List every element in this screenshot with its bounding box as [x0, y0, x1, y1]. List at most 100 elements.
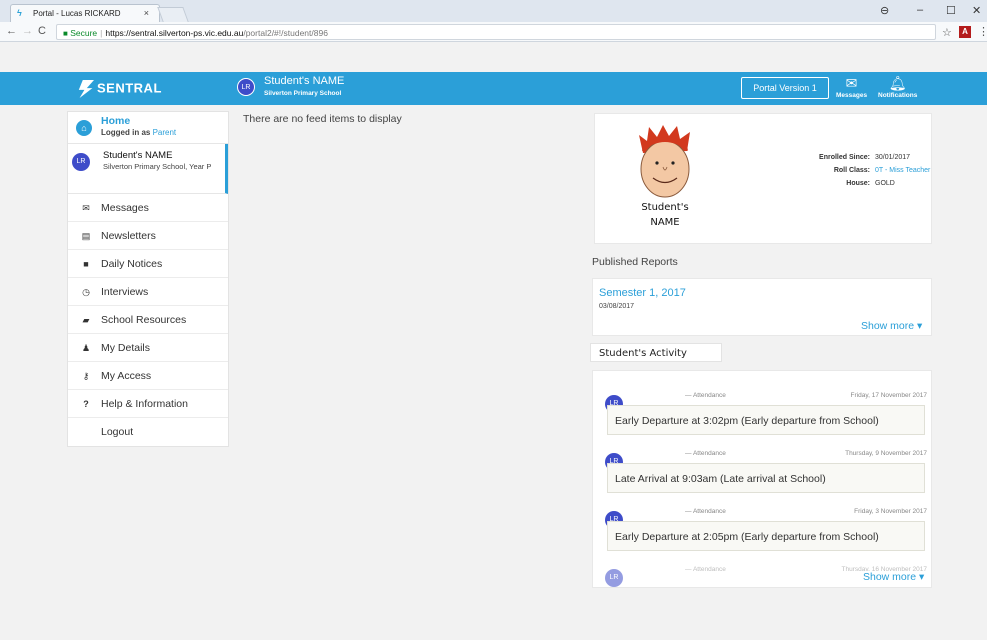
enrolled-value: 30/01/2017 [875, 154, 911, 161]
sidebar-item-my-details[interactable]: ♟ My Details [68, 334, 228, 362]
activity-category: — Attendance [685, 392, 726, 399]
forward-icon[interactable]: → [22, 25, 33, 37]
activity-item: LR — Attendance Thursday, 9 November 201… [593, 443, 931, 501]
envelope-icon: ✉ [82, 203, 90, 213]
avatar: LR [72, 153, 90, 171]
notifications-label: Notifications [878, 92, 918, 99]
newspaper-icon: ▤ [81, 231, 91, 241]
url-host: https://sentral.silverton-ps.vic.edu.au [105, 28, 244, 38]
roll-class-label: Roll Class: [833, 167, 870, 174]
notifications-button[interactable]: 🔔︎ Notifications [878, 75, 918, 100]
url-input[interactable]: ■ Secure | https://sentral.silverton-ps.vi… [56, 24, 936, 40]
folder-icon: ▰ [82, 315, 90, 325]
profile-name-line2: NAME [650, 217, 680, 228]
header-school-name: Silverton Primary School [264, 90, 342, 97]
clock-icon: ◷ [82, 287, 90, 297]
tab-student-activity[interactable]: Student's Activity [590, 343, 722, 362]
sidebar-item-label: My Access [101, 370, 152, 382]
sidebar-item-home[interactable]: ⌂ Home Logged in as Parent [68, 112, 228, 144]
maximize-icon[interactable]: ☐ [946, 4, 956, 17]
roll-class-link[interactable]: 0T - Miss Teacher [875, 164, 930, 177]
logout-label: Logout [101, 426, 134, 438]
house-value: GOLD [875, 180, 895, 187]
messages-label: Messages [836, 92, 868, 99]
sidebar-student-name: Student's NAME [103, 150, 173, 161]
sidebar-item-student[interactable]: LR Student's NAME Silverton Primary Scho… [68, 144, 228, 194]
activity-item: LR — Attendance Friday, 3 November 2017 … [593, 501, 931, 559]
browser-tab[interactable]: ϟ Portal - Lucas RICKARD × [10, 4, 160, 22]
logged-in-role: Parent [152, 128, 177, 137]
house-label: House: [846, 180, 870, 187]
sidebar-item-label: Daily Notices [101, 258, 163, 270]
activity-category: — Attendance [685, 508, 726, 515]
sentral-favicon-icon: ϟ [17, 8, 22, 18]
envelope-icon: ✉ [845, 75, 858, 91]
portal-version-button[interactable]: Portal Version 1 [741, 77, 829, 99]
logo-text: SENTRAL [97, 80, 162, 96]
bookmark-star-icon[interactable]: ☆ [942, 26, 952, 39]
sidebar-item-school-resources[interactable]: ▰ School Resources [68, 306, 228, 334]
logged-in-prefix: Logged in as [101, 128, 151, 137]
sidebar-home-label: Home [101, 115, 131, 127]
report-date: 03/08/2017 [599, 303, 635, 310]
window-close-icon[interactable]: ✕ [972, 4, 981, 17]
sidebar-item-help[interactable]: ? Help & Information [68, 390, 228, 418]
new-tab-button[interactable] [157, 7, 189, 22]
activity-item: LR — Attendance Friday, 17 November 2017… [593, 385, 931, 443]
notice-icon: ■ [83, 259, 89, 269]
reload-icon[interactable]: C [38, 25, 46, 37]
header-student-selector[interactable]: LR Student's NAME Silverton Primary Scho… [237, 75, 344, 97]
activity-date: Friday, 17 November 2017 [850, 392, 927, 399]
activity-date: Thursday, 9 November 2017 [845, 450, 927, 457]
activity-text: Early Departure at 3:02pm (Early departu… [607, 405, 925, 435]
sidebar-item-label: Messages [101, 202, 149, 214]
profile-icon[interactable]: ⊖ [880, 4, 889, 17]
activity-text: Early Departure at 2:05pm (Early departu… [607, 521, 925, 551]
secure-label: Secure [70, 28, 98, 38]
sidebar-item-messages[interactable]: ✉ Messages [68, 194, 228, 222]
avatar: LR [237, 78, 255, 96]
profile-name-line1: Student's [641, 202, 689, 213]
sidebar-item-interviews[interactable]: ◷ Interviews [68, 278, 228, 306]
sidebar-item-my-access[interactable]: ⚷ My Access [68, 362, 228, 390]
sentral-logo[interactable]: SENTRAL [78, 80, 162, 98]
sidebar-item-newsletters[interactable]: ▤ Newsletters [68, 222, 228, 250]
sidebar-item-daily-notices[interactable]: ■ Daily Notices [68, 250, 228, 278]
browser-tabstrip: ϟ Portal - Lucas RICKARD × ⊖ – ☐ ✕ [0, 0, 987, 22]
sidebar-item-label: Help & Information [101, 398, 188, 410]
report-link[interactable]: Semester 1, 2017 [599, 287, 686, 299]
student-profile-card: Student's NAME Enrolled Since: 30/01/201… [594, 113, 932, 244]
messages-button[interactable]: ✉ Messages [836, 75, 868, 100]
sidebar-item-label: Interviews [101, 286, 149, 298]
activity-text: Late Arrival at 9:03am (Late arrival at … [607, 463, 925, 493]
published-reports-title: Published Reports [592, 256, 678, 268]
key-icon: ⚷ [82, 371, 90, 381]
app-header: SENTRAL LR Student's NAME Silverton Prim… [0, 42, 987, 105]
sidebar-item-label: School Resources [101, 314, 187, 326]
profile-student-name: Student's NAME [625, 200, 705, 230]
tab-close-icon[interactable]: × [144, 8, 149, 18]
activity-show-more-link[interactable]: Show more ▾ [861, 571, 925, 583]
sidebar-item-logout[interactable]: Logout [68, 418, 228, 446]
url-path: /portal2/#!/student/896 [243, 28, 328, 38]
reports-show-more-link[interactable]: Show more ▾ [861, 320, 922, 332]
browser-tab-title: Portal - Lucas RICKARD [33, 9, 121, 18]
home-icon: ⌂ [76, 120, 92, 136]
student-avatar-illustration [639, 125, 690, 198]
logged-in-as: Logged in as Parent [101, 128, 176, 137]
avatar: LR [605, 569, 623, 587]
sidebar-item-label: Newsletters [101, 230, 156, 242]
bell-icon: 🔔︎ [888, 75, 907, 91]
user-icon: ♟ [81, 343, 91, 353]
header-student-name: Student's NAME [264, 75, 345, 87]
activity-category: — Attendance [685, 566, 726, 573]
student-activity-card: LR — Attendance Friday, 17 November 2017… [592, 370, 932, 588]
sidebar-item-label: My Details [101, 342, 151, 354]
sidebar: ⌂ Home Logged in as Parent LR Student's … [67, 111, 229, 447]
sentral-logo-icon [78, 80, 94, 98]
minimize-icon[interactable]: – [917, 4, 923, 16]
browser-menu-icon[interactable]: ⋮ [978, 25, 987, 38]
published-reports-card: Semester 1, 2017 03/08/2017 Show more ▾ [592, 278, 932, 336]
pdf-extension-icon[interactable]: A [959, 26, 971, 38]
back-icon[interactable]: ← [6, 25, 17, 37]
